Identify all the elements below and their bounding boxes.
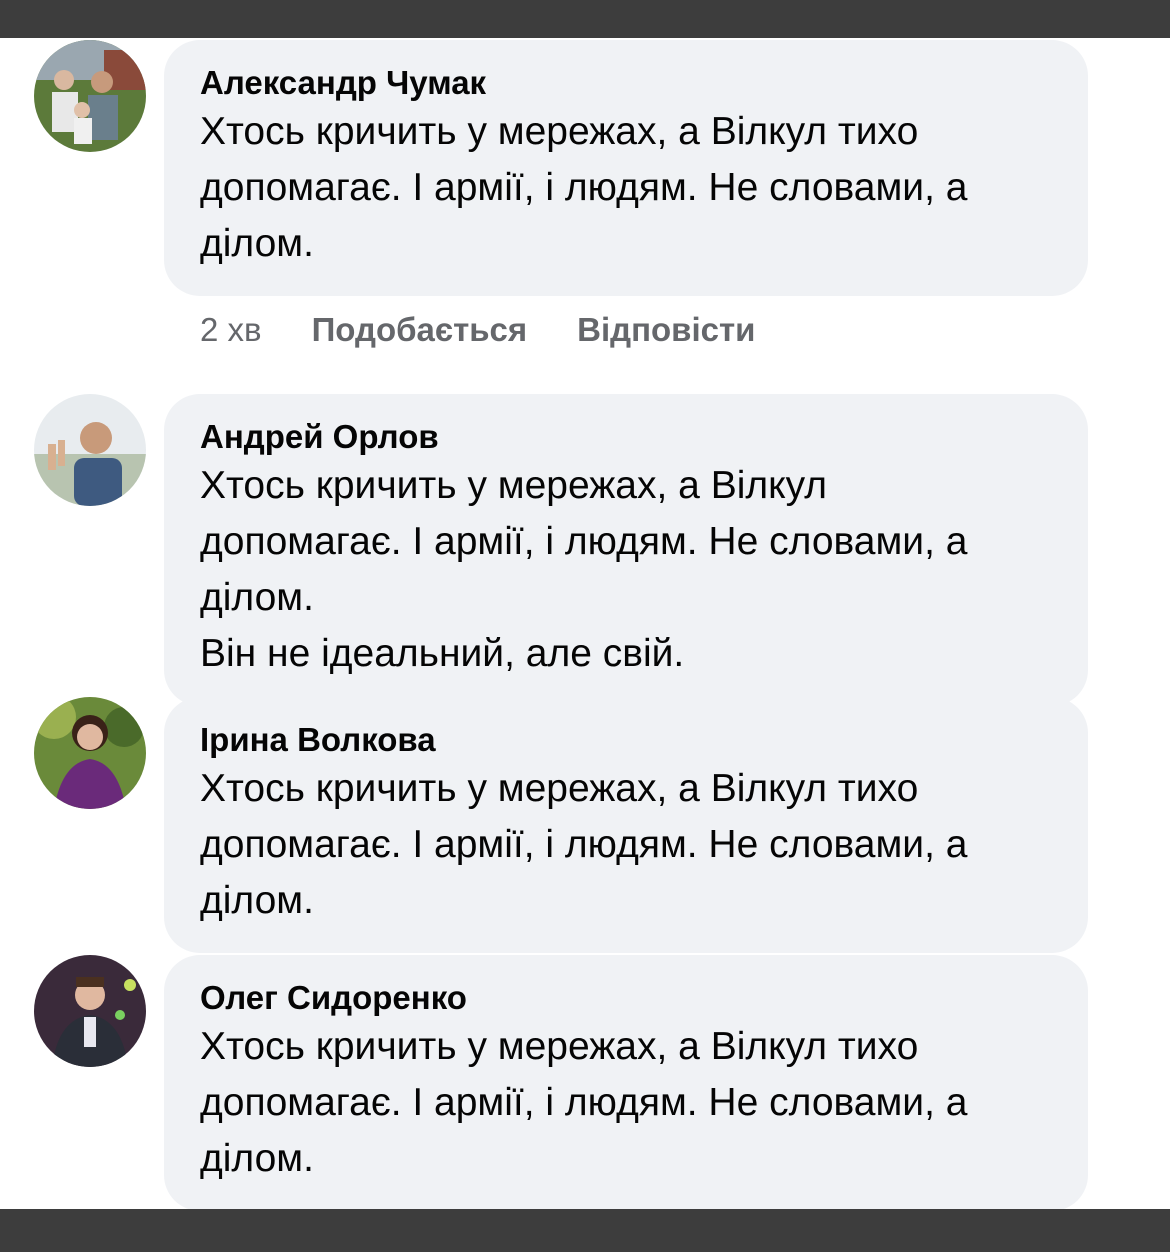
comment-author[interactable]: Андрей Орлов: [200, 416, 1054, 458]
like-button[interactable]: Подобається: [312, 310, 528, 350]
reply-button[interactable]: Відповісти: [577, 310, 755, 350]
avatar[interactable]: [34, 697, 146, 809]
comment-bubble: Андрей Орлов Хтось кричить у мережах, а …: [164, 394, 1088, 706]
comment-bubble: Александр Чумак Хтось кричить у мережах,…: [164, 40, 1088, 296]
top-frame-bar: [0, 0, 1170, 38]
comment-bubble: Ірина Волкова Хтось кричить у мережах, а…: [164, 697, 1088, 953]
comment-author[interactable]: Олег Сидоренко: [200, 977, 1054, 1019]
comment-timestamp[interactable]: 2 хв: [200, 310, 262, 350]
bottom-frame-bar: [0, 1209, 1170, 1252]
comment-text: Хтось кричить у мережах, а Вілкул тихо д…: [200, 767, 968, 922]
avatar[interactable]: [34, 40, 146, 152]
avatar[interactable]: [34, 394, 146, 506]
comment-actions: 2 хв Подобається Відповісти: [200, 310, 755, 350]
comment-text: Хтось кричить у мережах, а Вілкул тихо д…: [200, 1025, 968, 1180]
comment-author[interactable]: Александр Чумак: [200, 62, 1054, 104]
comment-author[interactable]: Ірина Волкова: [200, 719, 1054, 761]
comment-text: Хтось кричить у мережах, а Вілкул тихо д…: [200, 110, 968, 265]
avatar[interactable]: [34, 955, 146, 1067]
comment-text: Хтось кричить у мережах, а Вілкул допома…: [200, 464, 968, 675]
comment-bubble: Олег Сидоренко Хтось кричить у мережах, …: [164, 955, 1088, 1211]
